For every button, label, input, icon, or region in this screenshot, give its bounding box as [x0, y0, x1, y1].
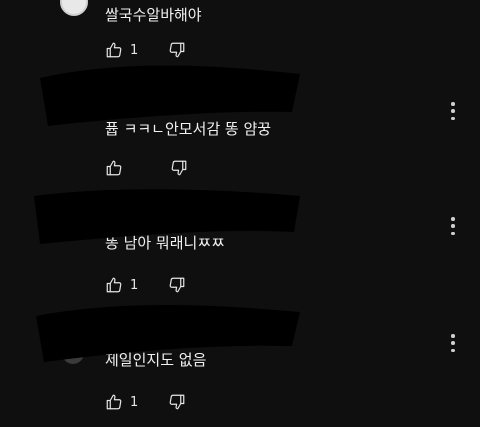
more-vertical-icon[interactable]: [450, 102, 456, 120]
thumbs-down-icon[interactable]: [168, 41, 186, 59]
like-count: 1: [130, 277, 139, 293]
comment-actions: 1: [105, 40, 186, 60]
thumbs-up-icon[interactable]: [105, 393, 123, 411]
comment-actions: 1: [105, 392, 186, 412]
comment-text: 똥 남아 뭐래니ㅉㅉ: [105, 234, 225, 252]
thumbs-up-icon[interactable]: [105, 41, 123, 59]
avatar[interactable]: [60, 0, 88, 16]
comment-text: 쌀국수알바해야: [105, 6, 202, 24]
thumbs-down-icon[interactable]: [168, 276, 186, 294]
like-count: 1: [130, 42, 139, 58]
like-count: 1: [130, 394, 139, 410]
comment-author-meta[interactable]: @user-ei71cjxdQ8 • 7일 전: [105, 329, 267, 346]
thumbs-down-icon[interactable]: [168, 393, 186, 411]
comment-author-meta[interactable]: @user-ei71cjxdQ8 • 7일 전: [105, 212, 267, 229]
comment-author-meta[interactable]: @user-ei71cjxdQ8 • 7일 전: [105, 97, 267, 114]
comment-text: 제일인지도 없음: [105, 351, 207, 369]
thumbs-down-icon[interactable]: [170, 159, 188, 177]
comment-text: 퓹 ㅋㅋㄴ안모서감 똥 얌꿍: [105, 120, 272, 138]
more-vertical-icon[interactable]: [450, 334, 456, 352]
comment-actions: [105, 158, 188, 178]
comment-actions: 1: [105, 275, 186, 295]
thumbs-up-icon[interactable]: [105, 159, 123, 177]
more-vertical-icon[interactable]: [450, 217, 456, 235]
thumbs-up-icon[interactable]: [105, 276, 123, 294]
avatar[interactable]: [62, 342, 84, 364]
